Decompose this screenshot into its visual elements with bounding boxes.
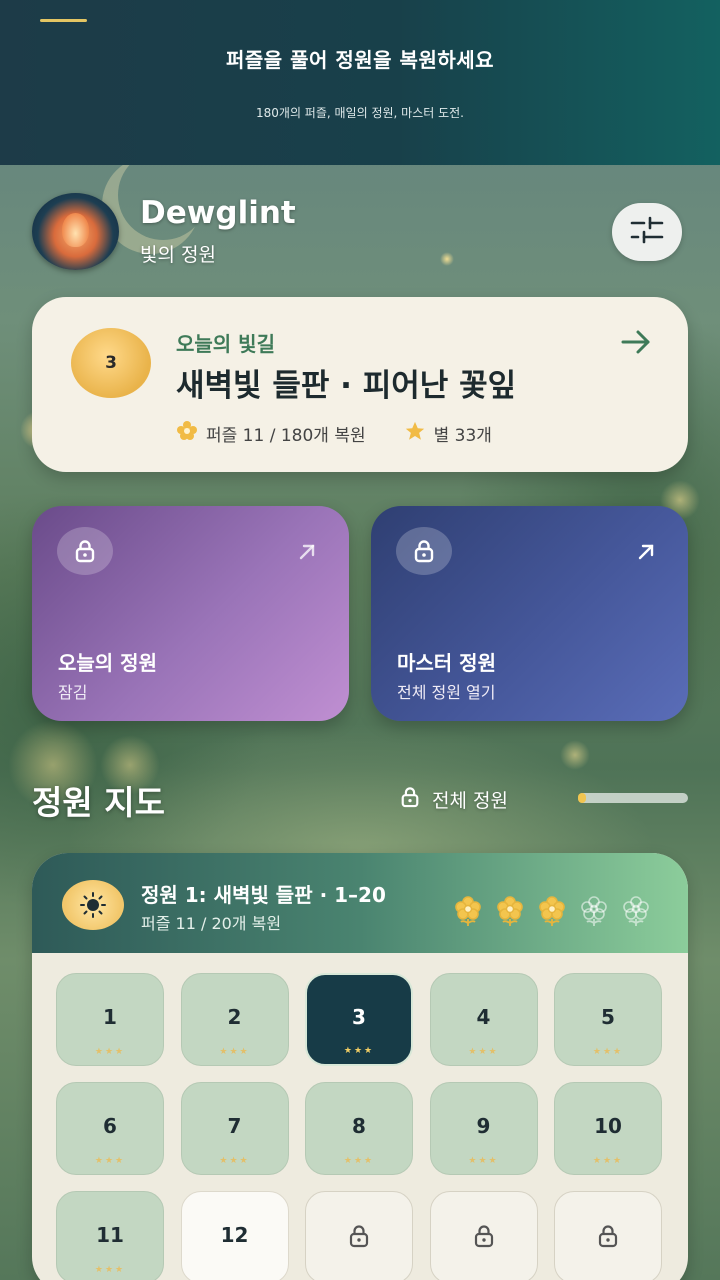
level-stars: ★★★ bbox=[219, 1156, 250, 1166]
level-tile-3[interactable]: 3 ★★★ bbox=[305, 973, 413, 1066]
level-tile-7[interactable]: 7 ★★★ bbox=[180, 1082, 289, 1175]
level-tile-8[interactable]: 8 ★★★ bbox=[305, 1082, 413, 1175]
level-tile-9[interactable]: 9 ★★★ bbox=[429, 1082, 538, 1175]
player-name: Dewglint bbox=[140, 195, 296, 231]
sun-icon bbox=[62, 880, 124, 930]
garden-map-title: 정원 지도 bbox=[32, 783, 165, 822]
level-tile-6[interactable]: 6 ★★★ bbox=[56, 1082, 164, 1175]
lock-icon bbox=[396, 527, 452, 575]
daily-garden-title: 오늘의 정원 bbox=[58, 651, 157, 675]
all-gardens-button[interactable]: 전체 정원 bbox=[400, 786, 508, 813]
arrow-right-icon[interactable] bbox=[620, 329, 652, 359]
flower-icon bbox=[176, 420, 198, 447]
level-number: 1 bbox=[103, 1004, 117, 1029]
daily-garden-status: 잠김 bbox=[58, 683, 88, 702]
banner-accent-line bbox=[40, 19, 87, 22]
level-tile-locked[interactable] bbox=[429, 1191, 538, 1280]
today-path-card[interactable]: 3 오늘의 빛길 새벽빛 들판 · 피어난 꽃잎 퍼즐 11 / 180개 복원… bbox=[32, 297, 688, 472]
level-stars: ★★★ bbox=[343, 1046, 375, 1056]
open-arrow-icon bbox=[297, 542, 317, 566]
level-number: 11 bbox=[96, 1222, 124, 1247]
settings-button[interactable] bbox=[612, 203, 682, 261]
flower-outline-icon bbox=[620, 895, 652, 927]
map-scroll-thumb[interactable] bbox=[578, 793, 586, 803]
avatar[interactable] bbox=[32, 193, 119, 270]
level-tile-1[interactable]: 1 ★★★ bbox=[56, 973, 164, 1066]
level-number: 8 bbox=[352, 1113, 366, 1138]
level-stars: ★★★ bbox=[343, 1156, 375, 1166]
level-stars: ★★★ bbox=[94, 1265, 126, 1275]
flower-outline-icon bbox=[578, 895, 610, 927]
today-label: 오늘의 빛길 bbox=[176, 332, 275, 356]
level-tile-10[interactable]: 10 ★★★ bbox=[554, 1082, 662, 1175]
level-grid: 1 ★★★ 2 ★★★ 3 ★★★ 4 ★★★ 5 ★★★ 6 ★★★ 7 ★★★ 8 ★★★ 9 ★★★ 10 ★★… bbox=[56, 973, 662, 1280]
level-number: 4 bbox=[476, 1004, 491, 1029]
lock-icon bbox=[348, 1224, 370, 1252]
level-stars: ★★★ bbox=[94, 1156, 126, 1166]
level-number: 6 bbox=[103, 1113, 117, 1138]
level-stars: ★★★ bbox=[94, 1047, 126, 1057]
banner-title: 퍼즐을 풀어 정원을 복원하세요 bbox=[225, 48, 495, 72]
master-garden-title: 마스터 정원 bbox=[397, 651, 496, 675]
level-stars: ★★★ bbox=[592, 1156, 624, 1166]
top-banner: 퍼즐을 풀어 정원을 복원하세요 180개의 퍼즐, 매일의 정원, 마스터 도… bbox=[0, 0, 720, 165]
level-tile-5[interactable]: 5 ★★★ bbox=[554, 973, 662, 1066]
garden-header[interactable]: 정원 1: 새벽빛 들판 · 1–20 퍼즐 11 / 20개 복원 bbox=[32, 853, 688, 953]
level-stars: ★★★ bbox=[468, 1047, 499, 1057]
banner-subtitle: 180개의 퍼즐, 매일의 정원, 마스터 도전. bbox=[256, 106, 464, 120]
master-garden-card[interactable]: 마스터 정원 전체 정원 열기 bbox=[371, 506, 688, 721]
flower-bloomed-icon bbox=[494, 895, 526, 927]
garden-flowers bbox=[452, 895, 652, 927]
level-tile-2[interactable]: 2 ★★★ bbox=[180, 973, 289, 1066]
sliders-icon bbox=[630, 215, 664, 249]
flower-bloomed-icon bbox=[536, 895, 568, 927]
garden-panel: 정원 1: 새벽빛 들판 · 1–20 퍼즐 11 / 20개 복원 1 ★★★ 2… bbox=[32, 853, 688, 1280]
today-level-badge: 3 bbox=[71, 328, 151, 398]
lock-icon bbox=[57, 527, 113, 575]
garden-title: 정원 1: 새벽빛 들판 · 1–20 bbox=[141, 883, 386, 907]
lock-icon bbox=[473, 1224, 495, 1252]
garden-progress: 퍼즐 11 / 20개 복원 bbox=[141, 914, 282, 933]
level-tile-11[interactable]: 11 ★★★ bbox=[56, 1191, 164, 1280]
level-number: 9 bbox=[476, 1113, 491, 1138]
today-puzzle-name: 새벽빛 들판 · 피어난 꽃잎 bbox=[176, 368, 517, 404]
master-garden-status: 전체 정원 열기 bbox=[397, 683, 496, 702]
level-stars: ★★★ bbox=[468, 1156, 499, 1166]
puzzles-restored-text: 퍼즐 11 / 180개 복원 bbox=[206, 426, 366, 446]
level-tile-4[interactable]: 4 ★★★ bbox=[429, 973, 538, 1066]
level-number: 7 bbox=[227, 1113, 242, 1138]
daily-garden-card[interactable]: 오늘의 정원 잠김 bbox=[32, 506, 349, 721]
map-scrollbar[interactable] bbox=[578, 793, 688, 803]
open-arrow-icon bbox=[636, 542, 656, 566]
level-number: 2 bbox=[227, 1004, 242, 1029]
level-number: 10 bbox=[594, 1113, 622, 1138]
level-number: 5 bbox=[601, 1004, 615, 1029]
level-number: 3 bbox=[352, 1004, 366, 1029]
level-stars: ★★★ bbox=[219, 1047, 250, 1057]
level-tile-locked[interactable] bbox=[554, 1191, 662, 1280]
all-gardens-label: 전체 정원 bbox=[432, 790, 508, 812]
firefly-glow bbox=[560, 740, 590, 770]
flower-bloomed-icon bbox=[452, 895, 484, 927]
lock-icon bbox=[597, 1224, 619, 1252]
lock-icon bbox=[400, 786, 420, 813]
stars-count-text: 별 33개 bbox=[433, 426, 492, 446]
level-number: 12 bbox=[220, 1222, 249, 1247]
star-icon bbox=[404, 420, 426, 447]
firefly-glow bbox=[440, 252, 454, 266]
level-stars: ★★★ bbox=[592, 1047, 624, 1057]
garden-name: 빛의 정원 bbox=[140, 244, 216, 266]
level-tile-12[interactable]: 12 bbox=[180, 1191, 289, 1280]
level-tile-locked[interactable] bbox=[305, 1191, 413, 1280]
today-stats: 퍼즐 11 / 180개 복원 별 33개 bbox=[176, 420, 492, 447]
